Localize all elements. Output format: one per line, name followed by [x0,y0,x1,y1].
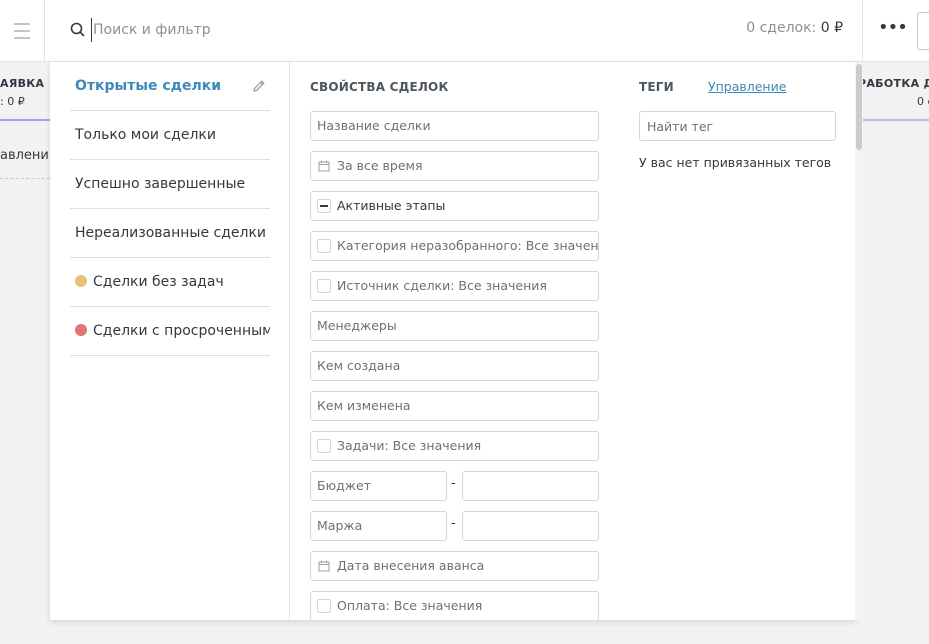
search-input[interactable] [91,18,511,42]
margin-to-field[interactable] [462,511,599,541]
field-placeholder: Менеджеры [317,318,397,333]
field-value: Оплата: Все значения [337,598,483,613]
field-value: Категория неразобранного: Все значения [337,238,599,253]
preset-won-deals[interactable]: Успешно завершенные [70,160,270,209]
advance-date-field[interactable]: Дата внесения аванса [310,551,599,581]
tags-manage-link[interactable]: Управление [708,79,786,94]
stage-title-right: РАБОТКА Д [858,77,929,90]
source-checkbox[interactable] [317,279,331,293]
payment-checkbox[interactable] [317,599,331,613]
budget-from-field[interactable]: Бюджет [310,471,447,501]
stage-divider-left [0,178,50,179]
preset-label: Сделки с просроченным... [93,323,270,339]
preset-label: Только мои сделки [75,127,216,143]
preset-label: Нереализованные сделки [75,225,267,241]
field-value: Источник сделки: Все значения [337,278,547,293]
margin-from-field[interactable]: Маржа [310,511,447,541]
pencil-icon[interactable] [252,79,266,93]
field-placeholder: Бюджет [317,478,371,493]
field-placeholder: Дата внесения аванса [337,558,485,573]
preset-my-deals[interactable]: Только мои сделки [70,111,270,160]
deal-properties-title: СВОЙСТВА СДЕЛОК [310,80,449,94]
tasks-field[interactable]: Задачи: Все значения [310,431,599,461]
tags-title: ТЕГИ [639,80,674,94]
payment-field[interactable]: Оплата: Все значения [310,591,599,620]
field-placeholder: За все время [337,158,423,173]
deals-summary: 0 сделок: 0 ₽ [746,20,843,36]
preset-label: Успешно завершенные [75,176,246,192]
more-button[interactable]: ••• [878,19,908,40]
preset-overdue-tasks[interactable]: Сделки с просроченным... [70,307,270,356]
stages-checkbox[interactable] [317,199,331,213]
period-field[interactable]: За все время [310,151,599,181]
deal-name-field[interactable]: Название сделки [310,111,599,141]
preset-open-deals[interactable]: Открытые сделки [70,62,270,111]
category-checkbox[interactable] [317,239,331,253]
deals-amount: 0 ₽ [820,20,843,36]
range-dash: - [451,516,456,531]
scrollbar-thumb[interactable] [856,64,862,150]
tasks-checkbox[interactable] [317,439,331,453]
filter-panel: Открытые сделки Только мои сделки Успешн… [50,62,856,620]
preset-lost-deals[interactable]: Нереализованные сделки [70,209,270,258]
filter-presets: Открытые сделки Только мои сделки Успешн… [50,62,290,620]
view-toggle-button[interactable] [917,12,929,50]
modified-by-field[interactable]: Кем изменена [310,391,599,421]
managers-field[interactable]: Менеджеры [310,311,599,341]
stage-line-right [858,119,929,121]
field-value: Активные этапы [337,198,446,213]
header-divider [862,0,863,62]
field-placeholder: Кем создана [317,358,401,373]
search-icon [70,22,85,37]
status-dot-icon [75,275,87,287]
category-field[interactable]: Категория неразобранного: Все значения [310,231,599,261]
field-value: Задачи: Все значения [337,438,482,453]
calendar-icon [318,560,330,572]
budget-to-field[interactable] [462,471,599,501]
stage-quick-add-left[interactable]: авлени [0,148,49,163]
status-dot-icon [75,324,87,336]
created-by-field[interactable]: Кем создана [310,351,599,381]
field-placeholder: Название сделки [317,118,431,133]
preset-label: Сделки без задач [93,274,224,290]
tags-empty-text: У вас нет привязанных тегов [639,155,832,170]
preset-label: Открытые сделки [75,78,222,94]
stage-line-left [0,119,50,121]
stage-title-left: АЯВКА [0,77,45,90]
top-bar: 0 сделок: 0 ₽ ••• [0,0,929,62]
range-dash: - [451,476,456,491]
deals-count-label: 0 сделок: [746,20,817,36]
deal-source-field[interactable]: Источник сделки: Все значения [310,271,599,301]
tag-search-input[interactable] [639,111,836,141]
field-placeholder: Маржа [317,518,363,533]
calendar-icon [318,160,330,172]
active-stages-field[interactable]: Активные этапы [310,191,599,221]
menu-icon[interactable] [0,0,45,62]
field-placeholder: Кем изменена [317,398,411,413]
stage-sum-left: : 0 ₽ [0,95,25,108]
preset-no-tasks[interactable]: Сделки без задач [70,258,270,307]
stage-sum-right: 0 с [917,95,929,108]
